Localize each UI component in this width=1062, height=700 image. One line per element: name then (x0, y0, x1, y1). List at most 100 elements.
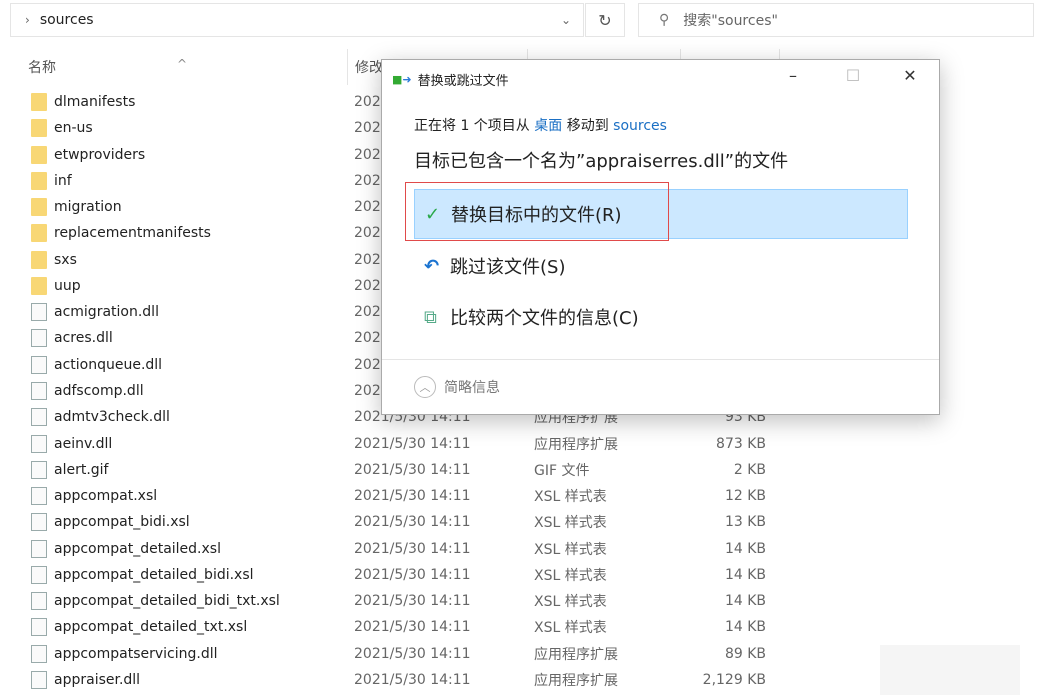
file-date: 2021/5/30 14:11 (354, 514, 471, 531)
maximize-button[interactable]: ☐ (838, 66, 868, 85)
file-size: 14 KB (724, 619, 766, 636)
file-name: appcompat_detailed.xsl (54, 540, 221, 557)
close-button[interactable]: ✕ (895, 66, 925, 85)
file-icon (31, 408, 47, 427)
file-type: XSL 样式表 (534, 515, 607, 532)
file-size: 13 KB (724, 514, 766, 531)
file-name: admtv3check.dll (54, 409, 170, 426)
folder-icon (31, 250, 47, 269)
file-date: 2021/5/30 14:11 (354, 488, 471, 505)
file-icon (31, 539, 47, 558)
file-type: 应用程序扩展 (534, 646, 618, 663)
file-size: 14 KB (724, 593, 766, 610)
replace-or-skip-dialog: ■➜ 替换或跳过文件 – ☐ ✕ 正在将 1 个项目从 桌面 移动到 sourc… (381, 59, 940, 415)
file-type: XSL 样式表 (534, 567, 607, 584)
file-icon (31, 565, 47, 584)
file-row[interactable]: appraiser.dll 2021/5/30 14:11 应用程序扩展 2,1… (0, 667, 800, 693)
file-row[interactable]: appcompat_detailed_txt.xsl 2021/5/30 14:… (0, 614, 800, 640)
minimize-button[interactable]: – (778, 66, 808, 85)
source-link[interactable]: 桌面 (534, 118, 562, 134)
file-row[interactable]: appcompat.xsl 2021/5/30 14:11 XSL 样式表 12… (0, 483, 800, 509)
file-size: 14 KB (724, 540, 766, 557)
file-date: 2021/5/30 14:11 (354, 619, 471, 636)
chevron-right-icon: › (25, 13, 30, 27)
file-size: 12 KB (724, 488, 766, 505)
chevron-up-icon: ︿ (414, 376, 436, 398)
file-date: 2021/5/30 14:11 (354, 461, 471, 478)
refresh-icon: ↻ (598, 10, 612, 30)
divider (382, 359, 939, 360)
file-name: appcompatservicing.dll (54, 645, 218, 662)
file-size: 873 KB (716, 435, 766, 452)
file-date: 2021/5/30 14:11 (354, 671, 471, 688)
compare-files-icon: ⧉ (424, 306, 437, 328)
skip-arrow-icon: ↶ (424, 255, 440, 277)
address-path[interactable]: sources (40, 12, 94, 28)
watermark (880, 645, 1020, 695)
file-type: XSL 样式表 (534, 489, 607, 506)
file-row[interactable]: appcompat_detailed_bidi_txt.xsl 2021/5/3… (0, 588, 800, 614)
dest-link[interactable]: sources (613, 118, 667, 134)
file-name: uup (54, 277, 81, 294)
conflict-message: 目标已包含一个名为”appraiserres.dll”的文件 (414, 151, 789, 172)
file-icon (31, 487, 47, 506)
file-type: XSL 样式表 (534, 620, 607, 637)
file-name: appraiser.dll (54, 671, 141, 688)
file-name: acmigration.dll (54, 304, 159, 321)
option-label: 跳过该文件(S) (450, 257, 566, 278)
file-row[interactable]: appcompat_detailed.xsl 2021/5/30 14:11 X… (0, 536, 800, 562)
chevron-down-icon[interactable]: ⌄ (561, 13, 571, 27)
compare-option[interactable]: ⧉ 比较两个文件的信息(C) (414, 292, 908, 342)
file-name: replacementmanifests (54, 225, 211, 242)
file-icon (31, 460, 47, 479)
brief-info-toggle[interactable]: ︿ 简略信息 (414, 376, 500, 398)
file-date: 2021/5/30 14:11 (354, 645, 471, 662)
file-name: aeinv.dll (54, 435, 113, 452)
file-date: 2021/5/30 14:11 (354, 540, 471, 557)
search-icon: ⚲ (659, 12, 670, 28)
file-size: 14 KB (724, 566, 766, 583)
refresh-button[interactable]: ↻ (585, 3, 625, 37)
file-row[interactable]: appcompat_bidi.xsl 2021/5/30 14:11 XSL 样… (0, 509, 800, 535)
file-icon (31, 303, 47, 322)
move-mid: 移动到 (566, 118, 609, 134)
file-name: adfscomp.dll (54, 382, 144, 399)
file-date: 2021/5/30 14:11 (354, 593, 471, 610)
file-name: appcompat_detailed_txt.xsl (54, 619, 248, 636)
file-icon (31, 513, 47, 532)
file-name: etwproviders (54, 146, 146, 163)
folder-icon (31, 198, 47, 217)
brief-info-label: 简略信息 (444, 380, 500, 396)
move-files-icon: ■➜ (392, 73, 412, 86)
file-type: 应用程序扩展 (534, 672, 618, 689)
file-name: en-us (54, 120, 93, 137)
file-icon (31, 355, 47, 374)
skip-option[interactable]: ↶ 跳过该文件(S) (414, 241, 908, 291)
move-description: 正在将 1 个项目从 桌面 移动到 sources (414, 115, 667, 135)
file-row[interactable]: appcompatservicing.dll 2021/5/30 14:11 应… (0, 641, 800, 667)
column-name[interactable]: 名称 (28, 57, 56, 77)
folder-icon (31, 224, 47, 243)
search-box[interactable]: ⚲ 搜索"sources" (638, 3, 1034, 37)
column-divider[interactable] (347, 49, 348, 85)
move-prefix: 正在将 1 个项目从 (414, 118, 530, 134)
sort-up-icon: ^ (177, 57, 188, 71)
file-name: actionqueue.dll (54, 356, 163, 373)
file-name: inf (54, 172, 72, 189)
address-bar[interactable]: › sources ⌄ (10, 3, 584, 37)
file-name: appcompat_bidi.xsl (54, 514, 190, 531)
highlight-box (405, 182, 669, 241)
file-name: acres.dll (54, 330, 113, 347)
file-name: sxs (54, 251, 77, 268)
file-size: 89 KB (724, 645, 766, 662)
file-name: appcompat.xsl (54, 488, 158, 505)
file-row[interactable]: appcompat_detailed_bidi.xsl 2021/5/30 14… (0, 562, 800, 588)
file-name: dlmanifests (54, 94, 136, 110)
file-row[interactable]: aeinv.dll 2021/5/30 14:11 应用程序扩展 873 KB (0, 431, 800, 457)
folder-icon (31, 171, 47, 190)
file-row[interactable]: alert.gif 2021/5/30 14:11 GIF 文件 2 KB (0, 457, 800, 483)
search-input[interactable]: 搜索"sources" (683, 10, 778, 30)
file-name: migration (54, 199, 122, 216)
file-icon (31, 329, 47, 348)
file-type: XSL 样式表 (534, 541, 607, 558)
